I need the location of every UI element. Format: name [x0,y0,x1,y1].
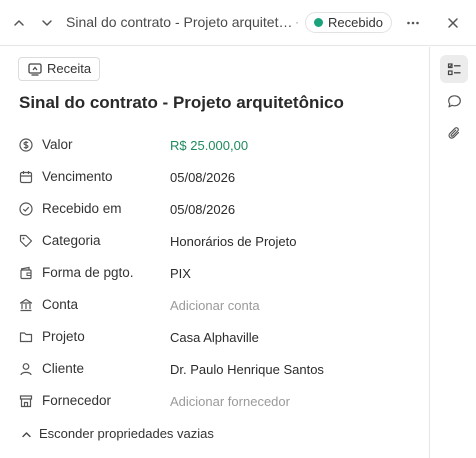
property-label: Valor [42,137,73,152]
comments-tab-button[interactable] [440,87,468,115]
property-value[interactable]: Dr. Paulo Henrique Santos [170,362,324,378]
store-icon [19,395,33,408]
folder-icon [19,332,33,343]
check-circle-icon [19,202,33,216]
status-label: Recebido [328,15,383,30]
detail-main: Receita Sinal do contrato - Projeto arqu… [0,47,429,458]
property-row-fornecedor[interactable]: Fornecedor Adicionar fornecedor [0,391,429,413]
wallet-icon [20,266,32,280]
header-separator: · [295,15,299,29]
type-chip[interactable]: Receita [18,57,101,81]
page-title: Sinal do contrato - Projeto arquitetônic… [19,93,344,112]
bank-icon [19,298,33,312]
status-badge[interactable]: Recebido [305,12,392,33]
dollar-circle-icon [19,138,33,152]
person-icon [20,363,32,376]
property-value[interactable]: PIX [170,266,191,282]
properties-tab-button[interactable] [440,55,468,83]
property-label: Conta [42,297,79,312]
property-row-categoria[interactable]: Categoria Honorários de Projeto [0,231,429,253]
property-value-placeholder[interactable]: Adicionar fornecedor [170,394,290,410]
close-icon [448,18,458,28]
chevron-up-icon [14,20,24,26]
hide-empty-properties-label: Esconder propriedades vazias [39,426,214,441]
type-chip-label: Receita [47,61,92,76]
property-row-conta[interactable]: Conta Adicionar conta [0,295,429,317]
tag-icon [19,234,33,248]
calendar-icon [19,171,33,184]
receipt-icon [28,63,42,76]
status-dot-icon [314,18,323,27]
paperclip-icon [447,126,459,139]
side-rail [429,47,476,458]
property-label: Cliente [42,361,85,376]
property-label: Fornecedor [42,393,112,408]
more-horizontal-icon [407,21,419,25]
next-item-button[interactable] [36,12,58,34]
property-value[interactable]: Casa Alphaville [170,330,259,346]
previous-item-button[interactable] [8,12,30,34]
property-label: Forma de pgto. [42,265,134,280]
property-value[interactable]: 05/08/2026 [170,170,235,186]
property-value[interactable]: R$ 25.000,00 [170,138,248,154]
close-button[interactable] [442,12,464,34]
property-label: Vencimento [42,169,113,184]
property-value[interactable]: 05/08/2026 [170,202,235,218]
property-label: Recebido em [42,201,122,216]
header-title: Sinal do contrato - Projeto arquitetônic… [66,14,294,30]
attachments-tab-button[interactable] [440,119,468,147]
chevron-up-icon [22,432,31,438]
property-row-forma-pgto[interactable]: Forma de pgto. PIX [0,263,429,285]
property-row-valor[interactable]: Valor R$ 25.000,00 [0,135,429,157]
more-options-button[interactable] [402,12,424,34]
properties-list-icon [447,62,460,75]
property-label: Categoria [42,233,101,248]
property-label: Projeto [42,329,85,344]
comment-bubble-icon [447,94,461,107]
property-row-projeto[interactable]: Projeto Casa Alphaville [0,327,429,349]
hide-empty-properties-toggle[interactable]: Esconder propriedades vazias [19,426,214,444]
property-value[interactable]: Honorários de Projeto [170,234,296,250]
detail-header: Sinal do contrato - Projeto arquitetônic… [0,0,476,46]
property-row-vencimento[interactable]: Vencimento 05/08/2026 [0,167,429,189]
property-row-cliente[interactable]: Cliente Dr. Paulo Henrique Santos [0,359,429,381]
chevron-down-icon [42,20,52,26]
property-row-recebido-em[interactable]: Recebido em 05/08/2026 [0,199,429,221]
property-value-placeholder[interactable]: Adicionar conta [170,298,260,314]
